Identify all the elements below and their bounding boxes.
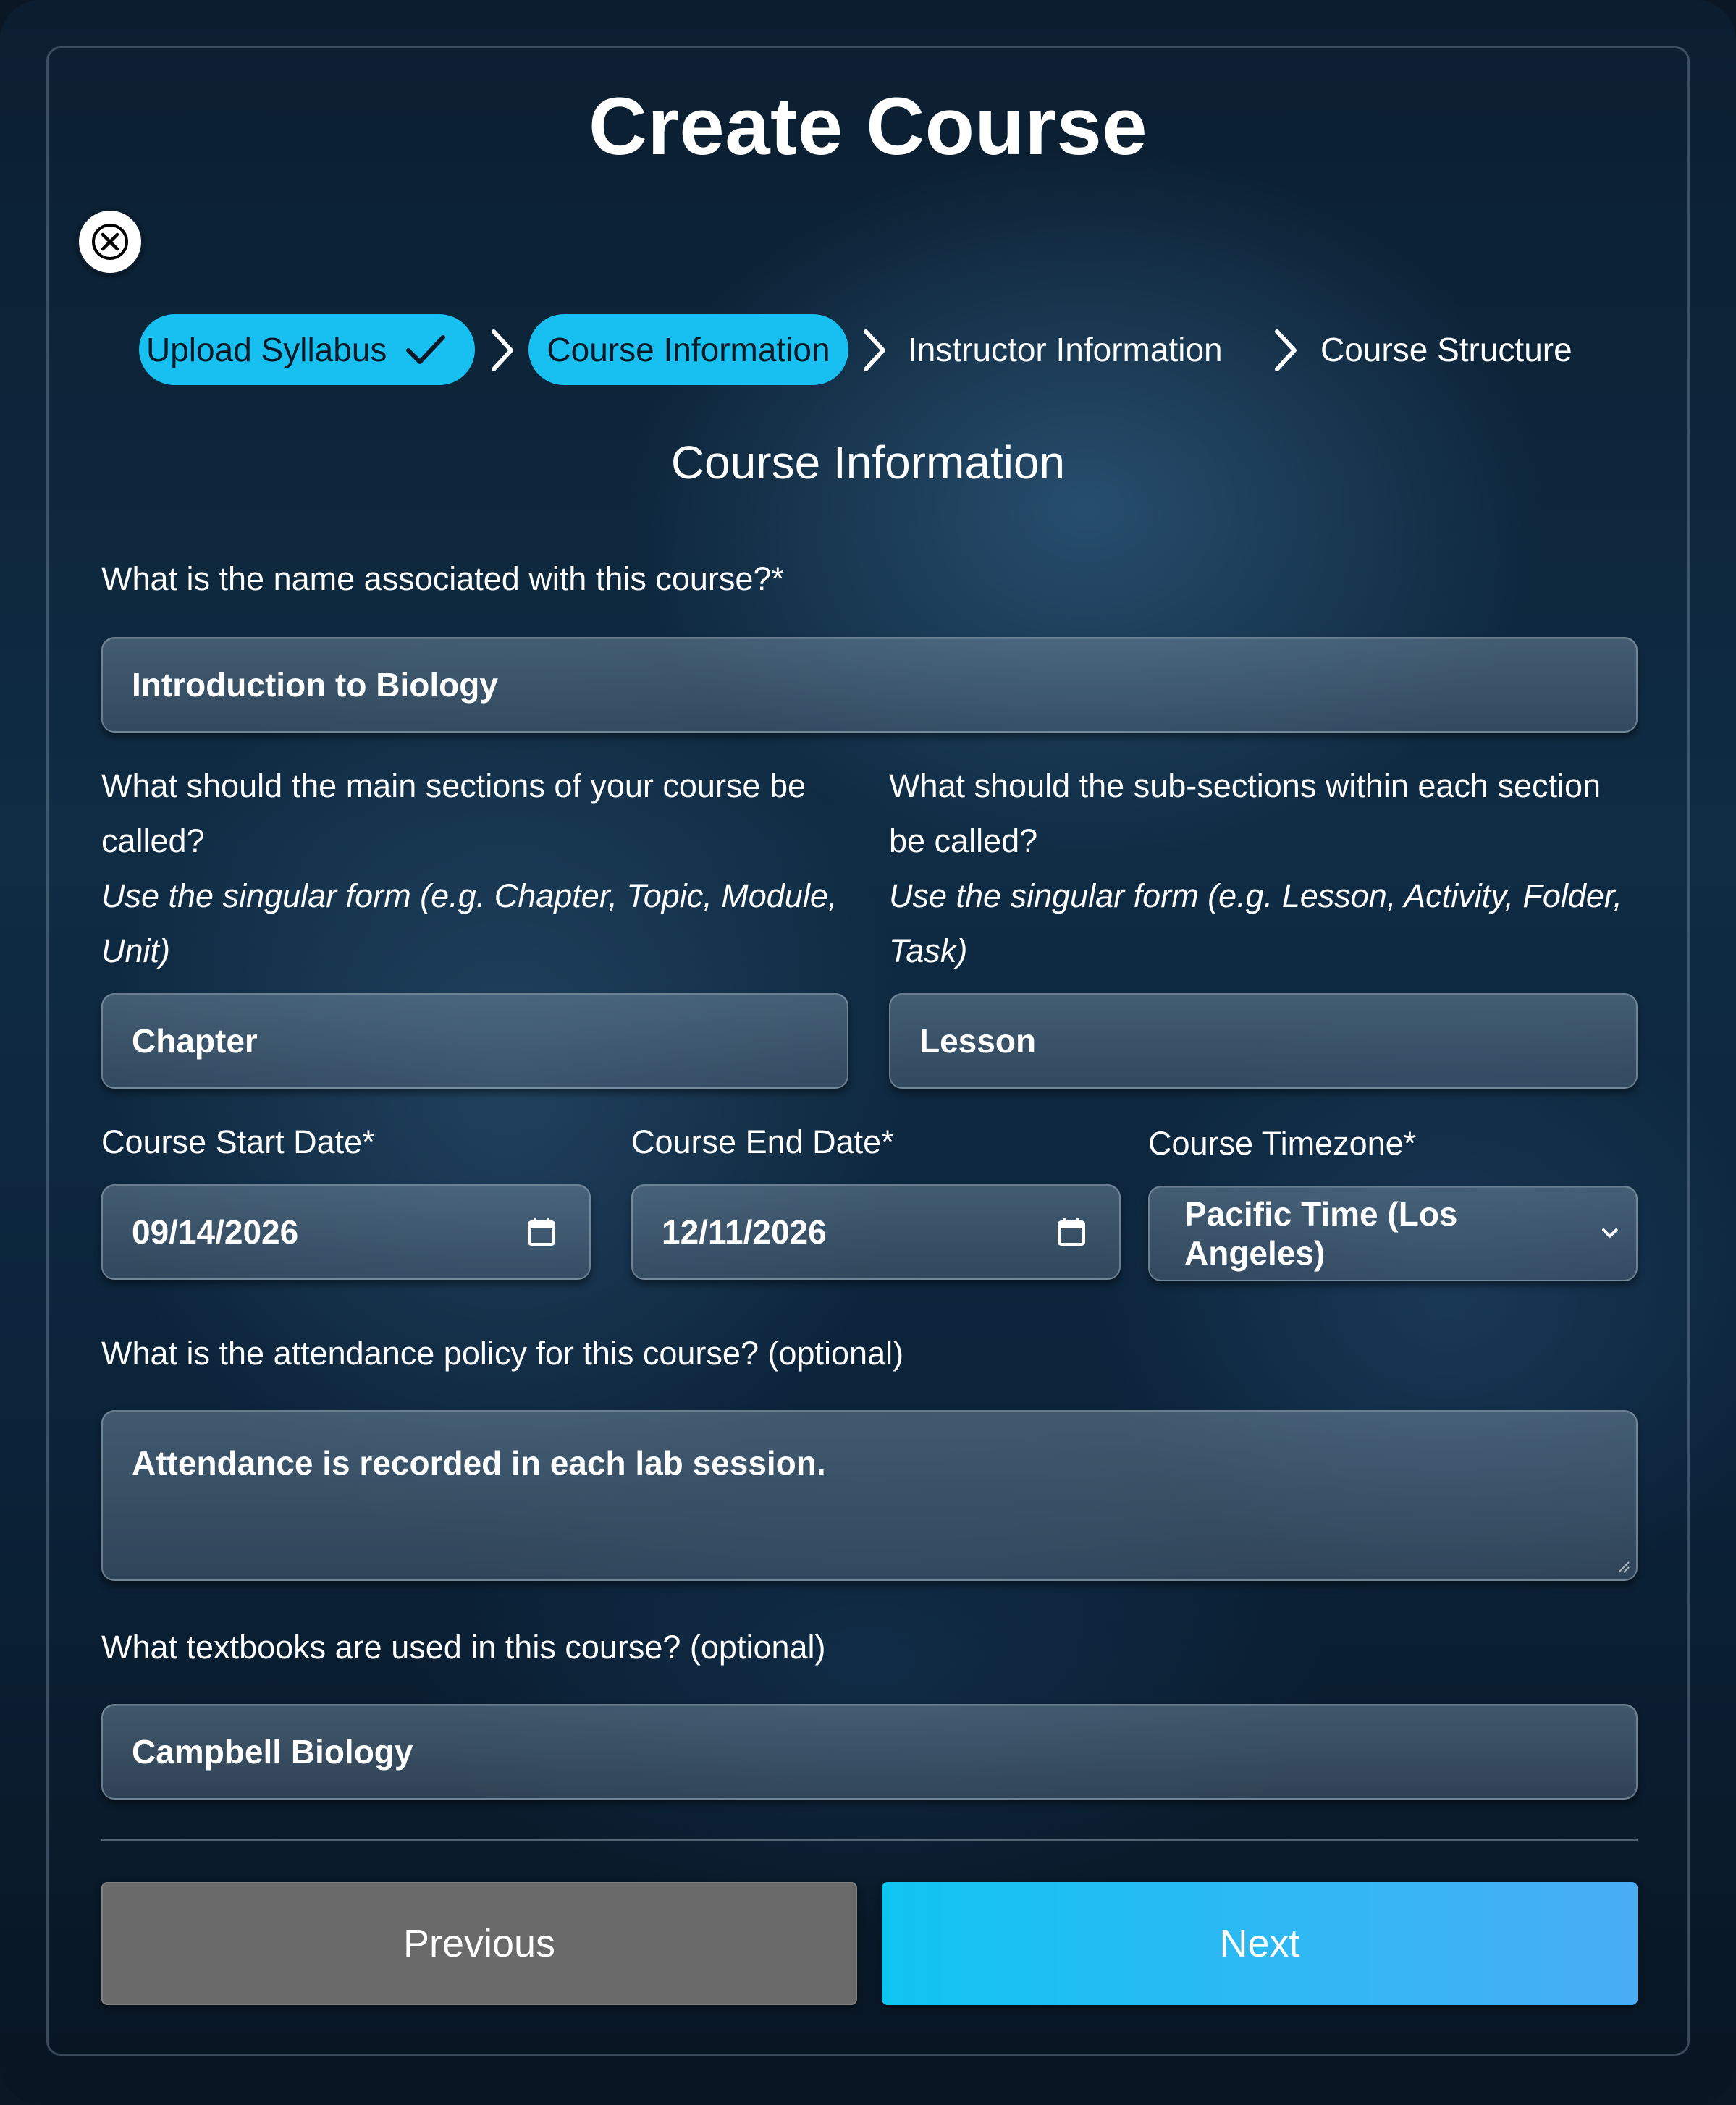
start-date-label: Course Start Date* xyxy=(101,1123,375,1160)
timezone-select[interactable]: Pacific Time (Los Angeles) xyxy=(1148,1186,1638,1281)
sub-sections-value: Lesson xyxy=(919,1022,1037,1060)
next-button[interactable]: Next xyxy=(882,1882,1638,2005)
course-name-input[interactable]: Introduction to Biology xyxy=(101,637,1638,733)
checkmark-icon xyxy=(406,335,446,364)
main-sections-label: What should the main sections of your co… xyxy=(101,759,854,979)
end-date-input[interactable]: 12/11/2026 xyxy=(631,1184,1121,1280)
close-button[interactable] xyxy=(77,208,143,275)
timezone-label: Course Timezone* xyxy=(1148,1125,1417,1162)
textbooks-input[interactable]: Campbell Biology xyxy=(101,1704,1638,1800)
chevron-right-icon xyxy=(864,329,885,371)
sub-sections-input[interactable]: Lesson xyxy=(889,993,1638,1089)
dialog-title: Create Course xyxy=(588,81,1148,172)
chevron-right-icon xyxy=(1275,329,1297,371)
step-label: Course Structure xyxy=(1320,331,1572,368)
timezone-value: Pacific Time (Los Angeles) xyxy=(1184,1195,1458,1272)
create-course-page: Create Course Upload Syllabus Course Inf… xyxy=(0,0,1736,2105)
chevron-down-icon xyxy=(1602,1228,1619,1238)
course-name-label: What is the name associated with this co… xyxy=(101,560,784,597)
step-label: Upload Syllabus xyxy=(146,331,387,368)
textbooks-value: Campbell Biology xyxy=(132,1733,413,1771)
close-icon xyxy=(92,224,128,260)
attendance-value: Attendance is recorded in each lab sessi… xyxy=(132,1444,826,1482)
calendar-icon[interactable] xyxy=(1055,1216,1087,1248)
step-label: Course Information xyxy=(547,331,830,368)
main-sections-question: What should the main sections of your co… xyxy=(101,767,806,859)
section-heading: Course Information xyxy=(670,436,1066,489)
start-date-value: 09/14/2026 xyxy=(132,1213,299,1251)
main-sections-value: Chapter xyxy=(132,1022,258,1060)
main-sections-input[interactable]: Chapter xyxy=(101,993,848,1089)
progress-stepper: Upload Syllabus Course Information Instr… xyxy=(0,314,1736,385)
attendance-textarea[interactable]: Attendance is recorded in each lab sessi… xyxy=(101,1410,1638,1581)
chevron-right-icon xyxy=(492,329,513,371)
step-course-structure[interactable]: Course Structure xyxy=(1320,314,1572,385)
end-date-value: 12/11/2026 xyxy=(662,1213,827,1251)
calendar-icon[interactable] xyxy=(526,1216,557,1248)
start-date-input[interactable]: 09/14/2026 xyxy=(101,1184,591,1280)
step-instructor-information[interactable]: Instructor Information xyxy=(908,314,1223,385)
sub-sections-label: What should the sub-sections within each… xyxy=(889,759,1638,979)
step-label: Instructor Information xyxy=(908,331,1223,368)
attendance-label: What is the attendance policy for this c… xyxy=(101,1335,904,1372)
divider xyxy=(101,1839,1638,1841)
sub-sections-hint: Use the singular form (e.g. Lesson, Acti… xyxy=(889,877,1622,969)
main-sections-hint: Use the singular form (e.g. Chapter, Top… xyxy=(101,877,838,969)
end-date-label: Course End Date* xyxy=(631,1123,894,1160)
resize-grip-icon[interactable] xyxy=(1616,1559,1630,1574)
step-course-information[interactable]: Course Information xyxy=(528,314,848,385)
previous-button[interactable]: Previous xyxy=(101,1882,857,2005)
sub-sections-question: What should the sub-sections within each… xyxy=(889,767,1601,859)
textbooks-label: What textbooks are used in this course? … xyxy=(101,1629,826,1666)
step-upload-syllabus[interactable]: Upload Syllabus xyxy=(139,314,475,385)
course-name-value: Introduction to Biology xyxy=(132,666,498,704)
